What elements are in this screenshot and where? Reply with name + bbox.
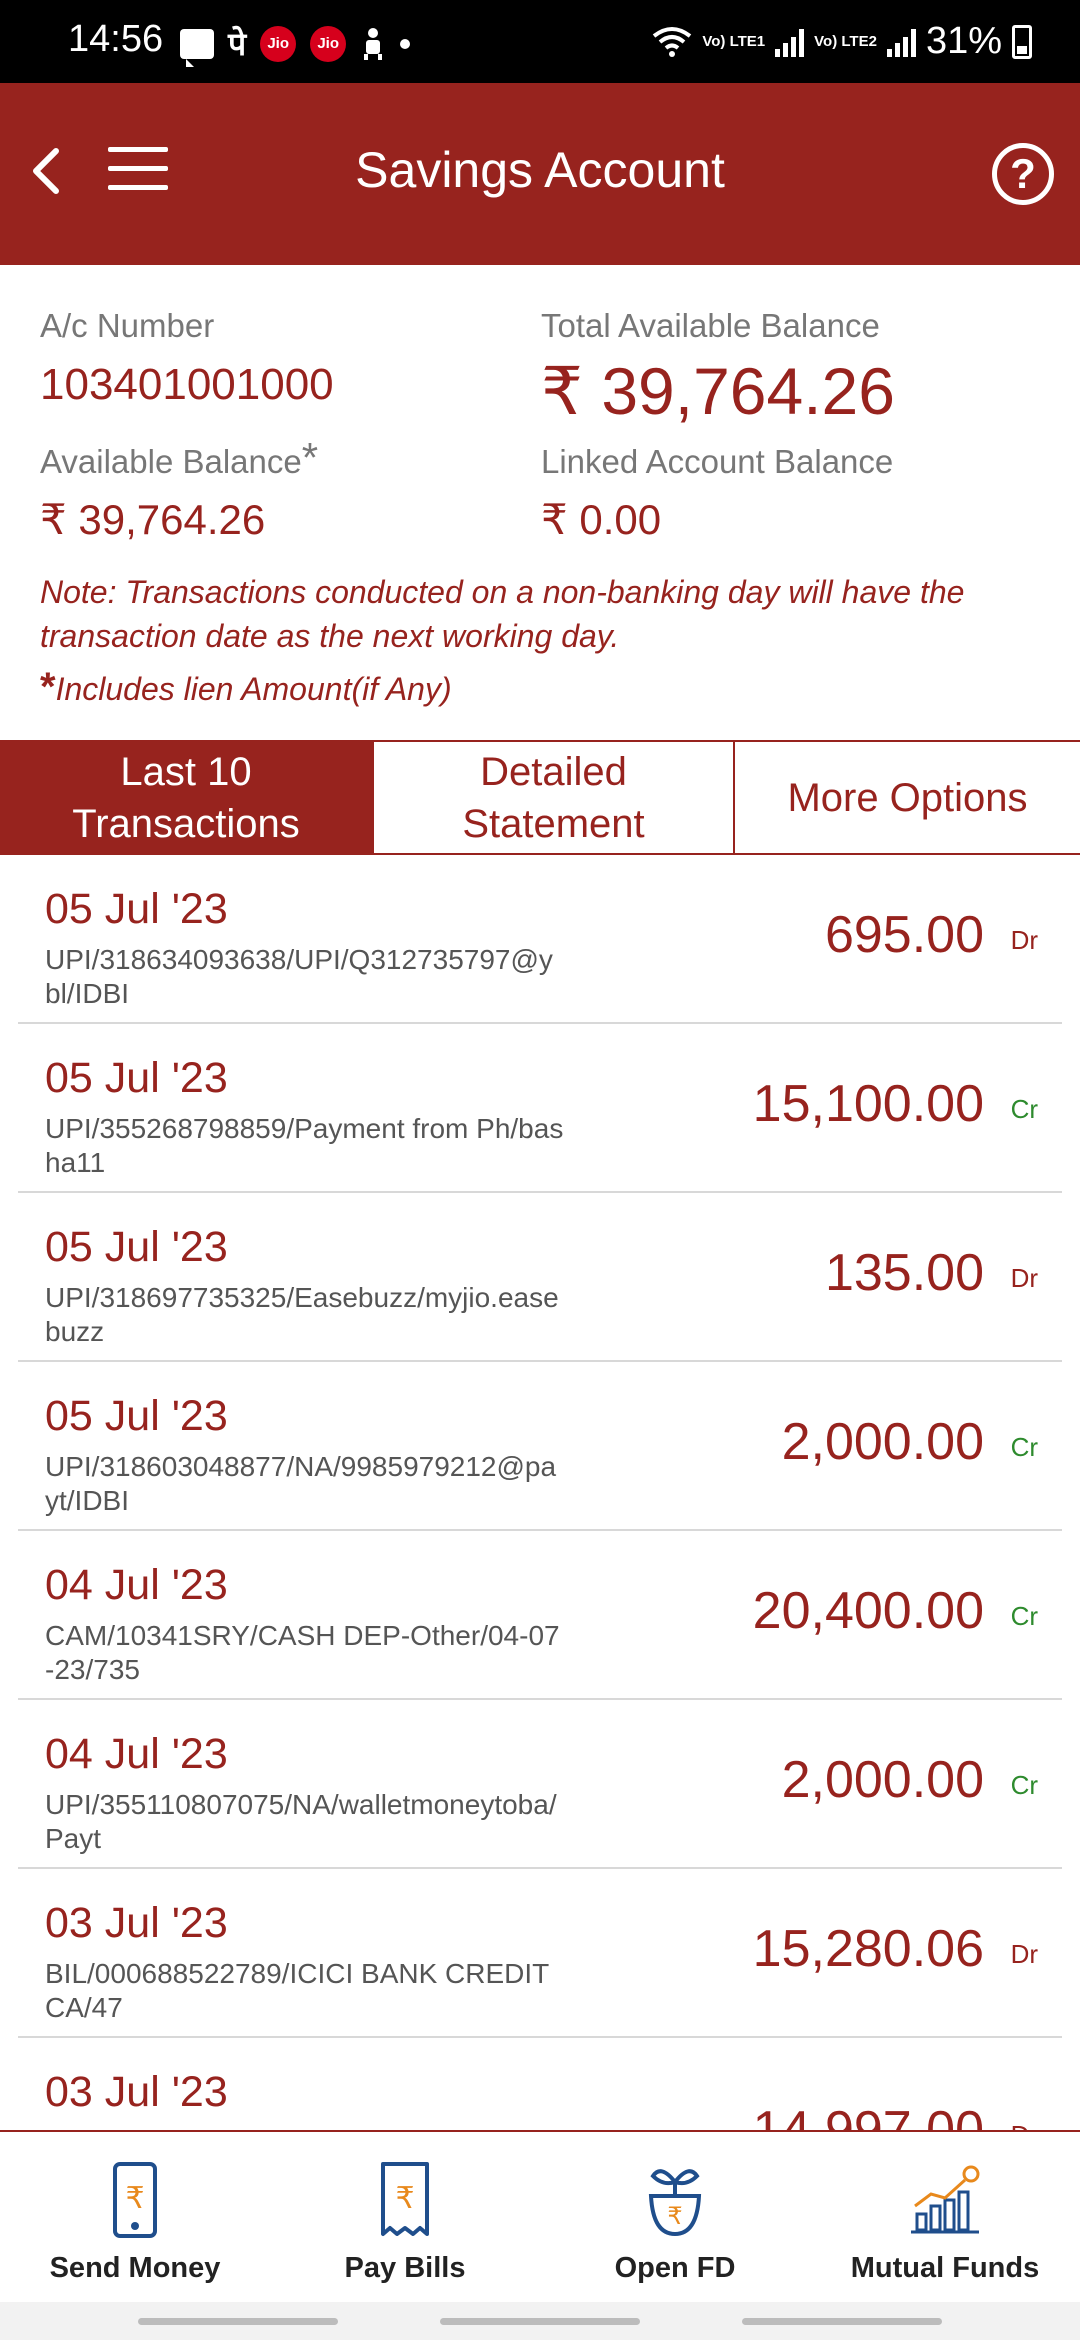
transaction-description: BIL/000688522789/ICICI BANK CREDIT CA/47 bbox=[45, 1958, 549, 2023]
transaction-description: CAM/10341SRY/CASH DEP-Other/04-07-23/735 bbox=[45, 1620, 560, 1685]
app-header: Savings Account ? bbox=[0, 83, 1080, 265]
transaction-list[interactable]: 05 Jul '23 UPI/318634093638/UPI/Q3127357… bbox=[0, 855, 1080, 2130]
transaction-amount: 14,997.00 bbox=[752, 2101, 984, 2130]
svg-text:₹: ₹ bbox=[125, 2181, 144, 2216]
transaction-description: UPI/355110807075/NA/walletmoneytoba/Payt bbox=[45, 1789, 557, 1854]
tab-detailed-statement[interactable]: Detailed Statement bbox=[372, 742, 733, 853]
transaction-description: UPI/318634093638/UPI/Q312735797@ybl/IDBI bbox=[45, 944, 553, 1009]
mutual-funds-label: Mutual Funds bbox=[850, 2252, 1040, 2284]
svg-text:₹: ₹ bbox=[395, 2181, 414, 2216]
send-money-button[interactable]: ₹ Send Money bbox=[0, 2132, 270, 2302]
open-fd-button[interactable]: ₹ Open FD bbox=[540, 2132, 810, 2302]
transaction-type: Dr bbox=[1010, 1939, 1038, 1969]
send-money-label: Send Money bbox=[49, 2252, 221, 2284]
status-time: 14:56 bbox=[68, 18, 164, 60]
battery-icon bbox=[1012, 24, 1032, 59]
transaction-type: Dr bbox=[1010, 1263, 1038, 1293]
pay-bills-label: Pay Bills bbox=[344, 2252, 466, 2284]
total-balance: ₹ 39,764.26 bbox=[541, 354, 895, 428]
transaction-type: Dr bbox=[1011, 2120, 1038, 2130]
transaction-row[interactable]: 04 Jul '23 UPI/355110807075/NA/walletmon… bbox=[18, 1700, 1062, 1869]
bottom-nav: ₹ Send Money ₹ Pay Bills ₹ Open FD Mutua… bbox=[0, 2130, 1080, 2302]
jio-icon: Jio bbox=[310, 25, 347, 62]
transaction-row[interactable]: 03 Jul '23 14,997.00 Dr bbox=[18, 2038, 1062, 2130]
message-icon bbox=[180, 28, 214, 67]
transaction-date: 05 Jul '23 bbox=[45, 1223, 228, 1271]
pay-bills-button[interactable]: ₹ Pay Bills bbox=[270, 2132, 540, 2302]
transaction-description: UPI/318603048877/NA/9985979212@payt/IDBI bbox=[45, 1451, 557, 1516]
transaction-type: Cr bbox=[1010, 1094, 1038, 1124]
signal-icon bbox=[775, 27, 805, 57]
transaction-row[interactable]: 05 Jul '23 UPI/318697735325/Easebuzz/myj… bbox=[18, 1193, 1062, 1362]
transaction-type: Cr bbox=[1010, 1432, 1038, 1462]
linked-balance: ₹ 0.00 bbox=[541, 496, 662, 543]
transaction-row[interactable]: 05 Jul '23 UPI/318634093638/UPI/Q3127357… bbox=[18, 855, 1062, 1024]
transaction-date: 04 Jul '23 bbox=[45, 1561, 228, 1609]
account-summary: A/c Number 103401001000 Total Available … bbox=[0, 265, 1080, 740]
transaction-amount: 135.00 bbox=[824, 1244, 984, 1302]
transaction-date: 03 Jul '23 bbox=[45, 2068, 228, 2116]
transaction-date: 05 Jul '23 bbox=[45, 1054, 228, 1102]
account-number-label: A/c Number bbox=[40, 307, 215, 344]
svg-text:₹: ₹ bbox=[667, 2202, 682, 2230]
open-fd-label: Open FD bbox=[614, 2252, 736, 2284]
linked-balance-label: Linked Account Balance bbox=[541, 443, 894, 480]
transaction-date: 05 Jul '23 bbox=[45, 885, 228, 933]
lte1-label: Vo) LTE1 bbox=[702, 33, 766, 50]
transaction-row[interactable]: 04 Jul '23 CAM/10341SRY/CASH DEP-Other/0… bbox=[18, 1531, 1062, 1700]
gesture-handle[interactable] bbox=[138, 2318, 338, 2325]
transaction-type: Cr bbox=[1010, 1601, 1038, 1631]
available-balance-label: Available Balance* bbox=[40, 434, 319, 481]
mutual-funds-button[interactable]: Mutual Funds bbox=[810, 2132, 1080, 2302]
battery-percent: 31% bbox=[925, 20, 1002, 62]
transaction-amount: 2,000.00 bbox=[781, 1413, 984, 1471]
gesture-handle[interactable] bbox=[440, 2318, 640, 2325]
transaction-amount: 15,100.00 bbox=[752, 1075, 984, 1133]
tab-last-10-transactions[interactable]: Last 10 Transactions bbox=[0, 742, 372, 853]
gesture-handle[interactable] bbox=[742, 2318, 942, 2325]
transaction-row[interactable]: 05 Jul '23 UPI/318603048877/NA/998597921… bbox=[18, 1362, 1062, 1531]
lte2-label: Vo) LTE2 bbox=[814, 33, 877, 50]
transaction-date: 04 Jul '23 bbox=[45, 1730, 228, 1778]
transaction-note: Note: Transactions conducted on a non-ba… bbox=[40, 574, 965, 654]
transaction-amount: 2,000.00 bbox=[781, 1751, 984, 1809]
phonepe-icon: पे bbox=[228, 26, 247, 62]
growth-chart-icon bbox=[911, 2165, 980, 2234]
transaction-date: 05 Jul '23 bbox=[45, 1392, 228, 1440]
transaction-amount: 15,280.06 bbox=[752, 1920, 984, 1978]
transaction-type: Dr bbox=[1010, 925, 1038, 955]
transaction-row[interactable]: 03 Jul '23 BIL/000688522789/ICICI BANK C… bbox=[18, 1869, 1062, 2038]
wifi-icon bbox=[653, 26, 692, 57]
available-balance: ₹ 39,764.26 bbox=[40, 496, 266, 543]
bill-rupee-icon: ₹ bbox=[381, 2162, 429, 2236]
plant-pot-rupee-icon: ₹ bbox=[648, 2169, 702, 2237]
status-bar: 14:56 पे Jio Jio Vo) LTE1 Vo) LTE2 31% bbox=[0, 0, 1080, 83]
transaction-description: UPI/318697735325/Easebuzz/myjio.easebuzz bbox=[45, 1282, 559, 1347]
system-status: Vo) LTE1 Vo) LTE2 31% bbox=[652, 20, 1032, 63]
gesture-navigation-bar bbox=[0, 2302, 1080, 2340]
lien-note: *Includes lien Amount(if Any) bbox=[40, 665, 452, 709]
help-icon[interactable]: ? bbox=[992, 143, 1054, 205]
mobile-rupee-icon: ₹ bbox=[113, 2162, 157, 2238]
account-number: 103401001000 bbox=[40, 360, 334, 409]
page-title: Savings Account bbox=[355, 142, 725, 198]
transaction-row[interactable]: 05 Jul '23 UPI/355268798859/Payment from… bbox=[18, 1024, 1062, 1193]
transaction-description: UPI/355268798859/Payment from Ph/basha11 bbox=[45, 1113, 564, 1178]
notification-icons: पे Jio Jio bbox=[180, 22, 411, 67]
more-notifications-dot bbox=[400, 38, 411, 49]
transaction-amount: 695.00 bbox=[824, 906, 984, 964]
total-balance-label: Total Available Balance bbox=[541, 307, 880, 344]
signal-icon bbox=[886, 27, 916, 57]
app-notification-icon bbox=[364, 27, 383, 60]
tab-bar: Last 10 Transactions Detailed Statement Mo… bbox=[0, 740, 1080, 855]
tab-more-options[interactable]: More Options bbox=[733, 742, 1080, 853]
jio-icon: Jio bbox=[260, 25, 297, 62]
transaction-amount: 20,400.00 bbox=[752, 1582, 984, 1640]
transaction-date: 03 Jul '23 bbox=[45, 1899, 228, 1947]
transaction-type: Cr bbox=[1010, 1770, 1038, 1800]
